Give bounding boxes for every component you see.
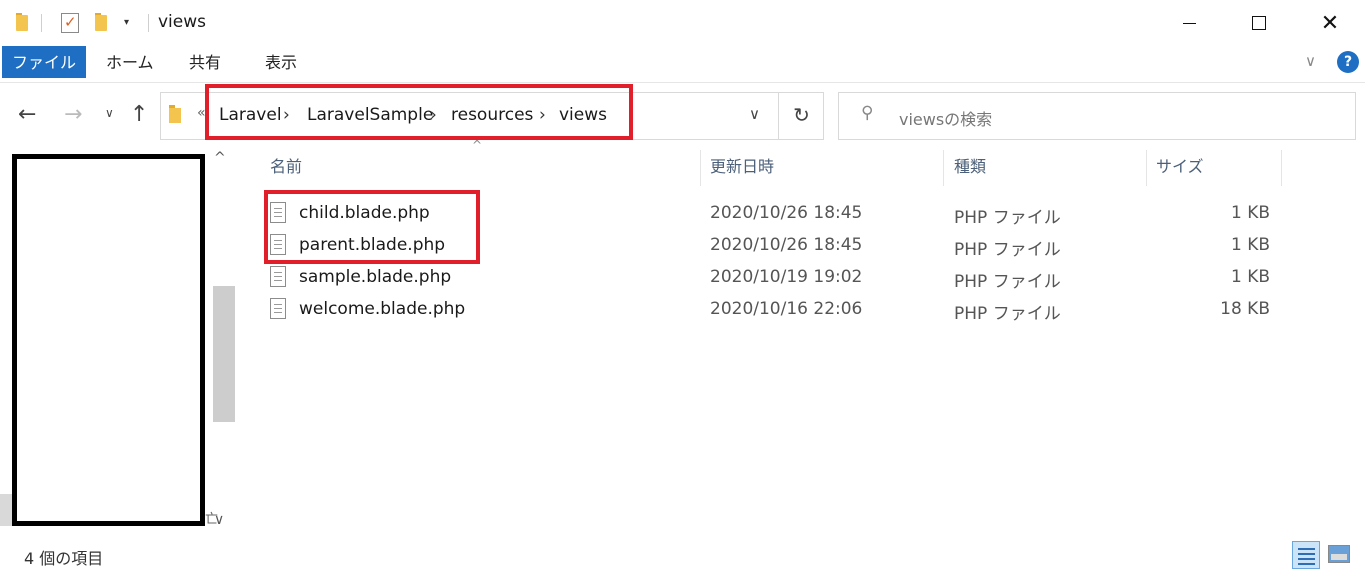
file-size: 18 KB xyxy=(1220,299,1270,319)
maximize-icon xyxy=(1252,16,1266,30)
forward-button[interactable]: → xyxy=(64,102,82,127)
title-bar: ✓ ▾ views ✕ xyxy=(0,0,1365,46)
redacted-area xyxy=(12,154,205,526)
folder-icon xyxy=(16,13,28,31)
folder-icon xyxy=(169,105,181,125)
back-button[interactable]: ← xyxy=(18,102,36,127)
search-placeholder: viewsの検索 xyxy=(899,110,993,129)
file-size: 1 KB xyxy=(1230,235,1270,255)
file-date: 2020/10/26 18:45 xyxy=(710,203,863,223)
tab-share[interactable]: 共有 xyxy=(189,46,221,78)
quick-access-dropdown-icon[interactable]: ▾ xyxy=(124,17,129,28)
separator xyxy=(148,14,149,32)
nav-item-fragment: 亡 xyxy=(205,512,219,527)
column-divider[interactable] xyxy=(700,150,701,186)
minimize-icon xyxy=(1182,22,1196,24)
ribbon-tabs: ファイル ホーム 共有 表示 ∨ ? xyxy=(0,46,1365,83)
close-button[interactable]: ✕ xyxy=(1307,0,1353,46)
column-header-type[interactable]: 種類 xyxy=(954,146,986,188)
files-highlight-box xyxy=(264,190,480,264)
minimize-button[interactable] xyxy=(1166,0,1212,46)
window-title: views xyxy=(158,12,207,32)
file-size: 1 KB xyxy=(1230,203,1270,223)
file-date: 2020/10/26 18:45 xyxy=(710,235,863,255)
up-button[interactable]: ↑ xyxy=(130,102,148,127)
help-icon[interactable]: ? xyxy=(1337,51,1359,73)
column-divider[interactable] xyxy=(943,150,944,186)
scrollbar-thumb[interactable] xyxy=(213,286,235,422)
expand-ribbon-icon[interactable]: ∨ xyxy=(1305,52,1316,70)
column-header-size[interactable]: サイズ xyxy=(1156,146,1204,188)
file-name: sample.blade.php xyxy=(299,267,452,287)
file-date: 2020/10/19 19:02 xyxy=(710,267,863,287)
refresh-button[interactable]: ↻ xyxy=(778,92,824,140)
file-date: 2020/10/16 22:06 xyxy=(710,299,863,319)
file-type: PHP ファイル xyxy=(954,208,1061,228)
scroll-up-icon[interactable]: ^ xyxy=(214,150,226,166)
status-bar: 4 個の項目 xyxy=(0,536,1365,572)
file-row[interactable]: sample.blade.php 2020/10/19 19:02 PHP ファ… xyxy=(262,262,1282,294)
address-highlight-box xyxy=(205,84,633,140)
item-count: 4 個の項目 xyxy=(24,549,104,568)
address-dropdown-icon[interactable]: ∨ xyxy=(749,105,760,123)
column-divider[interactable] xyxy=(1281,150,1282,186)
file-type: PHP ファイル xyxy=(954,304,1061,324)
file-size: 1 KB xyxy=(1230,267,1270,287)
maximize-button[interactable] xyxy=(1236,0,1282,46)
column-divider[interactable] xyxy=(1146,150,1147,186)
file-type: PHP ファイル xyxy=(954,272,1061,292)
large-icons-view-icon[interactable] xyxy=(1328,545,1350,563)
file-row[interactable]: welcome.blade.php 2020/10/16 22:06 PHP フ… xyxy=(262,294,1282,326)
tab-home[interactable]: ホーム xyxy=(106,46,154,78)
php-file-icon xyxy=(270,266,286,287)
properties-icon[interactable]: ✓ xyxy=(61,13,79,33)
tab-file[interactable]: ファイル xyxy=(2,46,86,78)
recent-locations-icon[interactable]: ∨ xyxy=(105,106,114,120)
column-header-name[interactable]: 名前 xyxy=(270,146,302,188)
file-type: PHP ファイル xyxy=(954,240,1061,260)
new-folder-icon[interactable] xyxy=(95,13,107,31)
details-view-icon[interactable] xyxy=(1292,541,1320,569)
tab-view[interactable]: 表示 xyxy=(265,46,297,78)
search-input[interactable]: ⚲ viewsの検索 xyxy=(838,92,1356,140)
file-name: welcome.blade.php xyxy=(299,299,466,319)
nav-item-selected[interactable] xyxy=(0,494,12,526)
php-file-icon xyxy=(270,298,286,319)
sort-ascending-icon: ^ xyxy=(472,138,483,152)
column-header-date[interactable]: 更新日時 xyxy=(710,146,774,188)
search-icon: ⚲ xyxy=(861,103,874,123)
separator xyxy=(41,14,42,32)
